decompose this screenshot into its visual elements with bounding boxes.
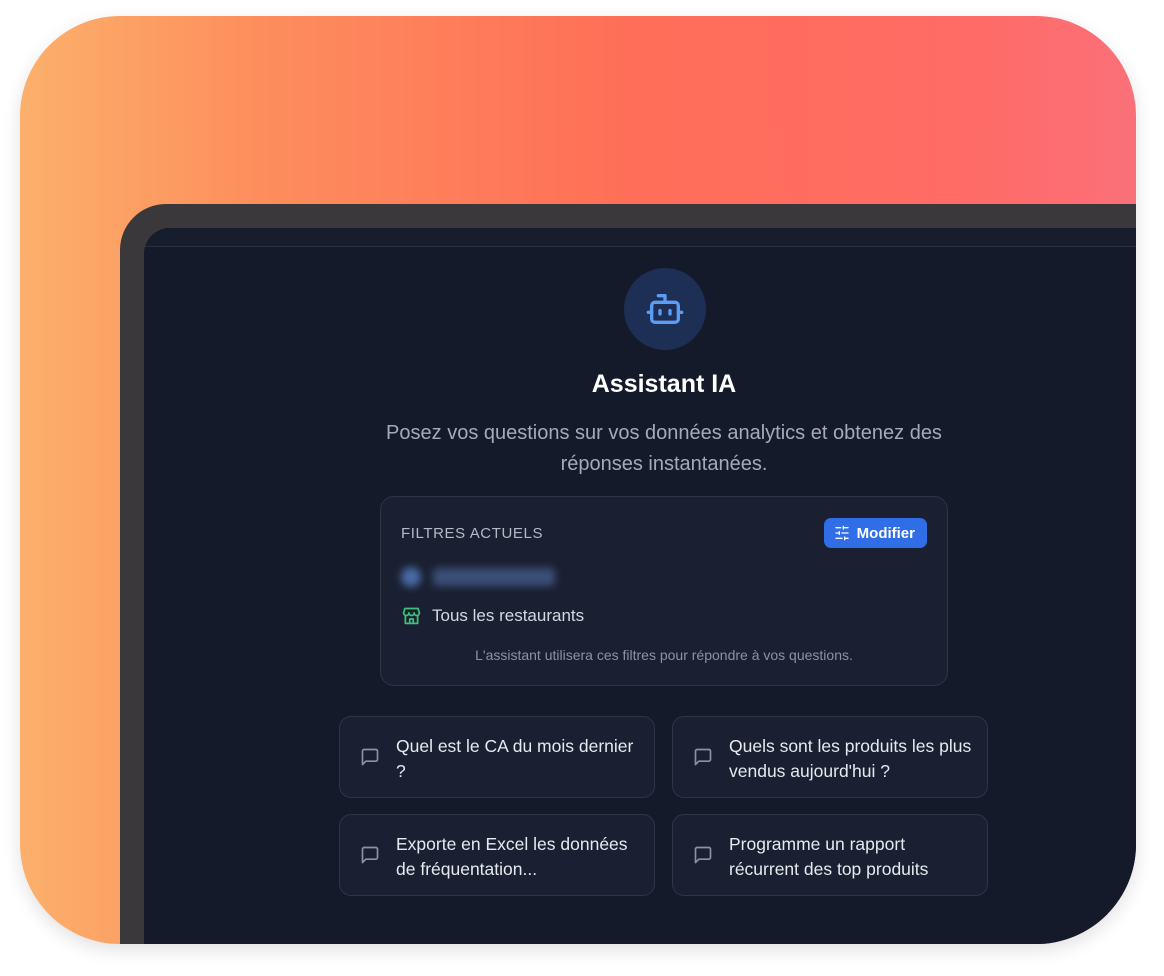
gradient-card: Assistant IA Posez vos questions sur vos… — [20, 16, 1136, 944]
suggestion-text: Quels sont les produits les plus vendus … — [729, 736, 972, 781]
blurred-company-name — [433, 568, 555, 586]
suggestion-card[interactable]: Programme un rapport récurrent des top p… — [672, 814, 988, 896]
chat-bubble-icon — [361, 748, 379, 766]
app-screen: Assistant IA Posez vos questions sur vos… — [144, 228, 1136, 944]
blurred-company-filter — [401, 567, 555, 587]
page-title: Assistant IA — [591, 370, 737, 398]
assistant-avatar — [624, 268, 706, 350]
modify-label: Modifier — [856, 524, 915, 542]
device-frame: Assistant IA Posez vos questions sur vos… — [120, 204, 1136, 944]
chat-bubble-icon — [361, 846, 379, 864]
sliders-icon — [834, 525, 849, 541]
page-subtitle: Posez vos questions sur vos données anal… — [386, 422, 942, 475]
restaurant-filter: Tous les restaurants — [401, 605, 584, 626]
building-icon — [401, 567, 421, 587]
top-strip — [144, 228, 1136, 246]
suggestion-text: Quel est le CA du mois dernier ? — [396, 736, 634, 781]
store-icon — [402, 607, 421, 625]
chat-bubble-icon — [694, 748, 712, 766]
suggestion-text: Programme un rapport récurrent des top p… — [729, 834, 929, 879]
restaurant-filter-label: Tous les restaurants — [432, 605, 585, 625]
current-filters-panel: FILTRES ACTUELS Modifier Tous les restau… — [380, 496, 948, 686]
suggestion-card[interactable]: Exporte en Excel les données de fréquent… — [339, 814, 655, 896]
top-divider — [144, 246, 1136, 247]
bot-icon — [646, 294, 684, 324]
chat-bubble-icon — [694, 846, 712, 864]
suggestion-text: Exporte en Excel les données de fréquent… — [396, 834, 628, 879]
modify-filters-button[interactable]: Modifier — [823, 518, 927, 548]
suggestion-card[interactable]: Quel est le CA du mois dernier ? — [339, 716, 655, 798]
suggestion-card[interactable]: Quels sont les produits les plus vendus … — [672, 716, 988, 798]
filters-title: FILTRES ACTUELS — [401, 525, 544, 542]
filters-note: L'assistant utilisera ces filtres pour r… — [475, 647, 853, 663]
